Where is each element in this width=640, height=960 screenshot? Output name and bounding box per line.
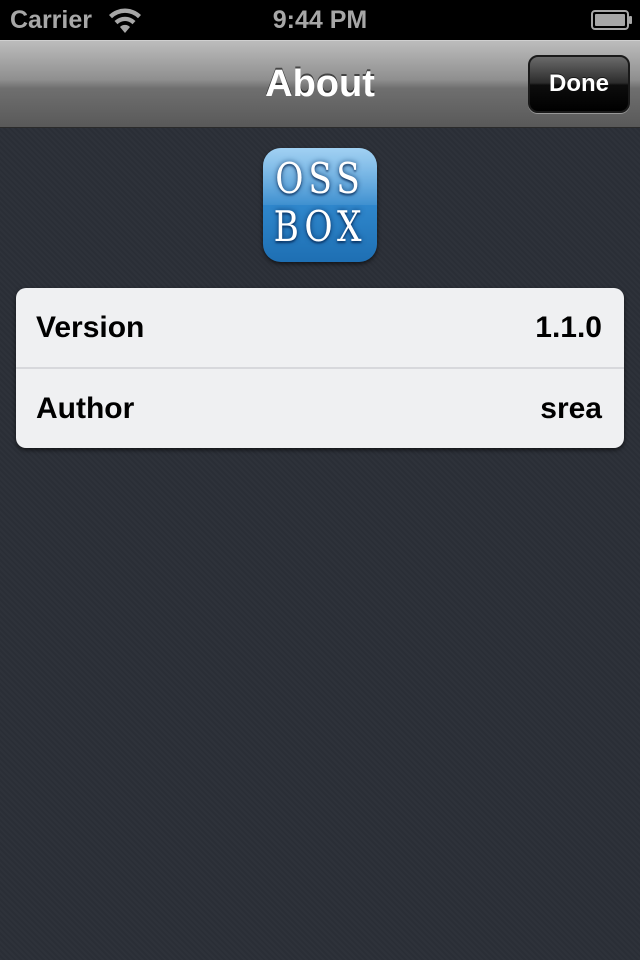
about-content: OSS BOX Version 1.1.0 Author srea	[0, 128, 640, 960]
version-value: 1.1.0	[535, 311, 602, 344]
done-button[interactable]: Done	[528, 55, 630, 113]
author-label: Author	[36, 392, 135, 425]
version-label: Version	[36, 311, 145, 344]
author-value: srea	[540, 392, 602, 425]
navigation-bar: About Done	[0, 40, 640, 128]
status-bar: Carrier 9:44 PM	[0, 0, 640, 40]
status-time: 9:44 PM	[272, 6, 368, 34]
table-row-author: Author srea	[16, 369, 624, 448]
app-logo-line-1: OSS	[275, 154, 365, 203]
app-logo-icon: OSS BOX	[263, 148, 377, 262]
table-row-version: Version 1.1.0	[16, 288, 624, 369]
battery-icon	[591, 10, 632, 30]
info-table: Version 1.1.0 Author srea	[16, 288, 624, 448]
app-logo-line-2: BOX	[273, 202, 367, 251]
